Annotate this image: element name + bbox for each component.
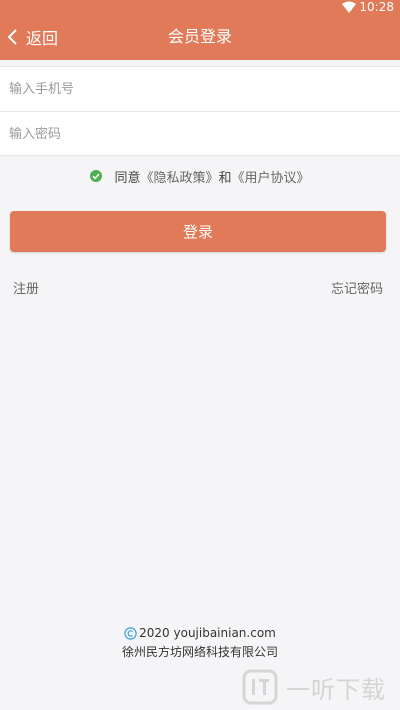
check-circle-icon[interactable] bbox=[90, 170, 103, 182]
watermark: 一听下载 bbox=[242, 667, 398, 707]
password-input[interactable] bbox=[0, 112, 400, 156]
phone-input[interactable] bbox=[0, 67, 400, 111]
copyright-line: 2020 youjibainian.com bbox=[0, 624, 400, 643]
yiting-logo-icon bbox=[242, 669, 278, 705]
page-title: 会员登录 bbox=[167, 27, 232, 46]
user-agreement-link[interactable]: 《用户协议》 bbox=[232, 167, 310, 186]
copyright-text: 2020 youjibainian.com bbox=[139, 626, 276, 640]
login-button[interactable]: 登录 bbox=[10, 211, 386, 252]
privacy-policy-link[interactable]: 《隐私政策》 bbox=[140, 167, 218, 186]
register-link[interactable]: 注册 bbox=[13, 278, 39, 297]
header-bar: 返回 会员登录 bbox=[0, 14, 400, 60]
forgot-password-link[interactable]: 忘记密码 bbox=[331, 278, 383, 297]
agreement-prefix: 同意 bbox=[114, 170, 141, 186]
status-bar: 10:28 bbox=[0, 0, 400, 14]
wifi-icon bbox=[342, 1, 356, 13]
footer: 2020 youjibainian.com 徐州民方坊网络科技有限公司 bbox=[0, 624, 400, 662]
company-name: 徐州民方坊网络科技有限公司 bbox=[121, 645, 278, 659]
login-form bbox=[0, 66, 400, 156]
status-time: 10:28 bbox=[359, 0, 394, 14]
watermark-text: 一听下载 bbox=[286, 675, 386, 704]
agreement-conjunction: 和 bbox=[218, 170, 232, 186]
copyright-icon bbox=[124, 627, 137, 640]
agreement-row: 同意 《隐私政策》 和 《用户协议》 bbox=[0, 165, 400, 187]
